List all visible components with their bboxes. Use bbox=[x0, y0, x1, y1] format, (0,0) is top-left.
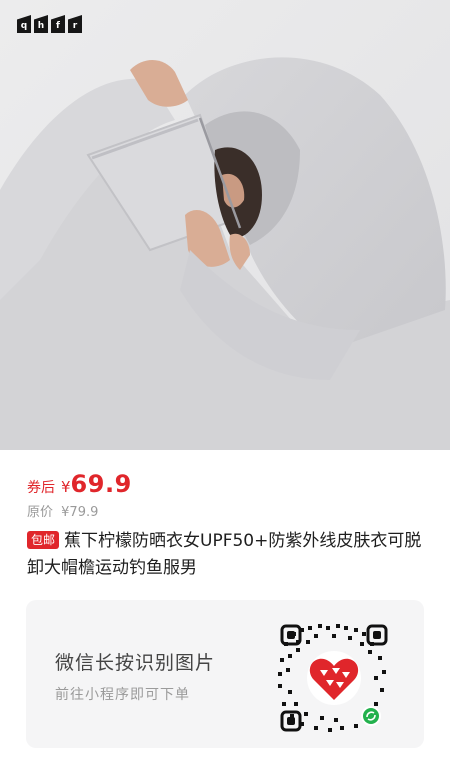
mini-program-card: 微信长按识别图片 前往小程序即可下单 bbox=[26, 600, 424, 748]
logo-letter: h bbox=[34, 15, 48, 33]
product-image[interactable]: q h f r bbox=[0, 0, 450, 450]
original-price-row: 原价 ¥79.9 bbox=[27, 501, 102, 520]
price-row: 券后 ¥ 69.9 bbox=[27, 470, 132, 498]
price-after-coupon-label: 券后 bbox=[27, 480, 55, 496]
price-currency: ¥ bbox=[61, 478, 71, 496]
logo-letter: q bbox=[17, 15, 31, 33]
original-price-value: ¥79.9 bbox=[61, 505, 99, 520]
logo-letter: f bbox=[51, 15, 65, 33]
product-title[interactable]: 包邮 蕉下柠檬防晒衣女UPF50+防紫外线皮肤衣可脱卸大帽檐运动钓鱼服男 bbox=[27, 528, 427, 582]
free-shipping-badge: 包邮 bbox=[27, 531, 60, 549]
price-value: 69.9 bbox=[70, 470, 132, 498]
product-title-text: 蕉下柠檬防晒衣女UPF50+防紫外线皮肤衣可脱卸大帽檐运动钓鱼服男 bbox=[27, 531, 422, 578]
wechat-mini-program-qr-code[interactable] bbox=[274, 618, 394, 738]
brand-logo: q h f r bbox=[17, 15, 82, 33]
hooded-jacket-photo bbox=[0, 0, 450, 450]
qr-instruction: 微信长按识别图片 bbox=[55, 652, 216, 674]
logo-letter: r bbox=[68, 15, 82, 33]
qr-subtext: 前往小程序即可下单 bbox=[55, 687, 190, 703]
original-price-label: 原价 bbox=[27, 505, 54, 520]
